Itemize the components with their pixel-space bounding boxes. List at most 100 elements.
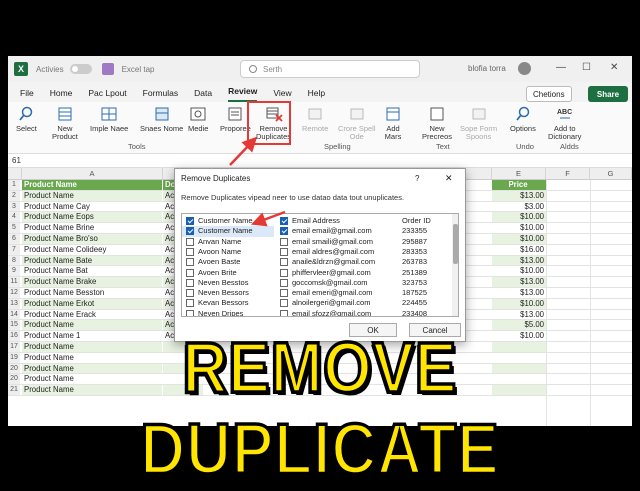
- row-number[interactable]: 2: [8, 190, 20, 201]
- column-checkbox[interactable]: [186, 309, 194, 316]
- snaes-nome-button[interactable]: Snaes Nome: [140, 106, 183, 133]
- cell-price[interactable]: $10.00: [492, 212, 546, 223]
- column-checkbox[interactable]: [186, 258, 194, 267]
- cell-product-name[interactable]: Product Name Brake: [22, 277, 162, 287]
- tab-home[interactable]: Home: [50, 88, 73, 102]
- column-checkbox[interactable]: [280, 309, 288, 316]
- select-button[interactable]: Select: [16, 106, 37, 133]
- column-header-a[interactable]: A: [22, 168, 163, 180]
- new-product-button[interactable]: New Product: [52, 106, 78, 141]
- cell-product-name[interactable]: Product Name Cay: [22, 202, 162, 212]
- cell-price[interactable]: $10.00: [492, 298, 546, 309]
- cell-product-name[interactable]: Product Name Eops: [22, 212, 162, 223]
- sope-form-button[interactable]: Sope Form Spoons: [460, 106, 497, 141]
- row-number[interactable]: 7: [8, 244, 20, 255]
- tab-page-layout[interactable]: Pac Lpout: [88, 88, 126, 102]
- close-window-button[interactable]: ✕: [610, 62, 618, 73]
- cell-price[interactable]: $10.00: [492, 234, 546, 244]
- list-scrollbar[interactable]: [452, 214, 458, 316]
- imple-naee-button[interactable]: Imple Naee: [90, 106, 128, 133]
- column-checkbox[interactable]: [280, 227, 288, 236]
- tab-help[interactable]: Help: [308, 88, 325, 102]
- column-checkbox[interactable]: [280, 258, 288, 267]
- column-checkbox[interactable]: [186, 217, 194, 225]
- column-checkbox[interactable]: [280, 278, 288, 287]
- medie-button[interactable]: Medie: [188, 106, 208, 133]
- column-checkbox[interactable]: [186, 268, 194, 277]
- cell-price[interactable]: $13.00: [492, 288, 546, 298]
- cell-product-name[interactable]: Product Name Bat: [22, 266, 162, 276]
- row-number[interactable]: 13: [8, 298, 20, 309]
- row-number[interactable]: 5: [8, 223, 20, 233]
- tab-view[interactable]: View: [273, 88, 291, 102]
- cell-product-name[interactable]: Product Name: [22, 190, 162, 201]
- row-number[interactable]: 4: [8, 212, 20, 223]
- cell-product-name[interactable]: Product Name Bate: [22, 255, 162, 266]
- cell-product-name[interactable]: Product Name Bro'so: [22, 234, 162, 244]
- cell-price[interactable]: $13.00: [492, 190, 546, 201]
- row-number[interactable]: 12: [8, 288, 20, 298]
- column-checkbox[interactable]: [280, 268, 288, 277]
- cell-product-name[interactable]: Product Name Besston: [22, 288, 162, 298]
- avatar[interactable]: [518, 62, 531, 75]
- add-to-dictionary-button[interactable]: ABC Add to Dictionary: [548, 106, 581, 141]
- row-number[interactable]: 1: [8, 180, 20, 190]
- name-box[interactable]: 61: [8, 156, 68, 165]
- cell-price[interactable]: $10.00: [492, 266, 546, 276]
- cell-price[interactable]: $16.00: [492, 245, 546, 255]
- column-checkbox[interactable]: [186, 247, 194, 256]
- search-input[interactable]: Serth: [240, 60, 420, 78]
- chetions-button[interactable]: Chetions: [526, 86, 572, 102]
- remote-button[interactable]: Remote: [302, 106, 328, 133]
- minimize-button[interactable]: —: [556, 62, 566, 73]
- column-checkbox[interactable]: [280, 289, 288, 298]
- share-button[interactable]: Share: [588, 86, 628, 102]
- row-number[interactable]: 9: [8, 266, 20, 277]
- column-header-g[interactable]: G: [590, 168, 632, 180]
- proporee-button[interactable]: Proporee: [220, 106, 251, 133]
- tab-file[interactable]: File: [20, 88, 34, 102]
- add-mars-button[interactable]: Add Mars: [384, 106, 402, 141]
- columns-list[interactable]: Customer Name Email Address Order ID Custom…: [181, 213, 459, 317]
- remove-duplicates-button[interactable]: Remove Duplicates: [256, 106, 291, 141]
- column-checkbox[interactable]: [186, 289, 194, 298]
- row-number[interactable]: 11: [8, 277, 20, 287]
- row-number[interactable]: 3: [8, 201, 20, 212]
- cell-product-name[interactable]: Product Name Brine: [22, 223, 162, 233]
- cell-product-name[interactable]: Product Name Colideey: [22, 245, 162, 255]
- row-number[interactable]: 14: [8, 309, 20, 320]
- help-button[interactable]: ?: [415, 174, 419, 183]
- column-checkbox[interactable]: [186, 237, 194, 246]
- cell-price[interactable]: $13.00: [492, 255, 546, 266]
- cell-product-name[interactable]: Product Name: [22, 180, 162, 190]
- column-checkbox[interactable]: [186, 299, 194, 308]
- cell-product-name[interactable]: Product Name Erack: [22, 310, 162, 320]
- cell-product-name[interactable]: Product Name Erkot: [22, 298, 162, 309]
- column-header-f[interactable]: F: [546, 168, 590, 180]
- column-header-e[interactable]: E: [492, 168, 546, 180]
- dialog-close-button[interactable]: ✕: [445, 173, 453, 184]
- options-button[interactable]: Options: [510, 106, 536, 133]
- column-checkbox[interactable]: [280, 299, 288, 308]
- column-checkbox[interactable]: [186, 278, 194, 287]
- new-precreos-button[interactable]: New Precreos: [422, 106, 452, 141]
- autosave-toggle[interactable]: [69, 64, 92, 74]
- row-number[interactable]: 6: [8, 234, 20, 244]
- column-checkbox[interactable]: [280, 237, 288, 246]
- crore-spell-button[interactable]: Crore Spell Ode: [338, 106, 376, 141]
- cell-price[interactable]: $3.00: [492, 202, 546, 212]
- maximize-button[interactable]: ☐: [582, 62, 591, 73]
- column-checkbox[interactable]: [280, 247, 288, 256]
- tab-review[interactable]: Review: [228, 86, 258, 102]
- scrollbar-thumb[interactable]: [453, 224, 458, 264]
- row-number[interactable]: 8: [8, 255, 20, 266]
- column-checkbox[interactable]: [280, 217, 288, 225]
- cell-price[interactable]: $10.00: [492, 223, 546, 233]
- corner-cell[interactable]: [8, 168, 22, 180]
- cell-price[interactable]: $13.00: [492, 310, 546, 320]
- cell-price[interactable]: Price: [492, 180, 546, 190]
- tab-data[interactable]: Data: [194, 88, 212, 102]
- tab-formulas[interactable]: Formulas: [143, 88, 178, 102]
- column-checkbox[interactable]: [186, 227, 194, 236]
- cell-price[interactable]: $13.00: [492, 277, 546, 287]
